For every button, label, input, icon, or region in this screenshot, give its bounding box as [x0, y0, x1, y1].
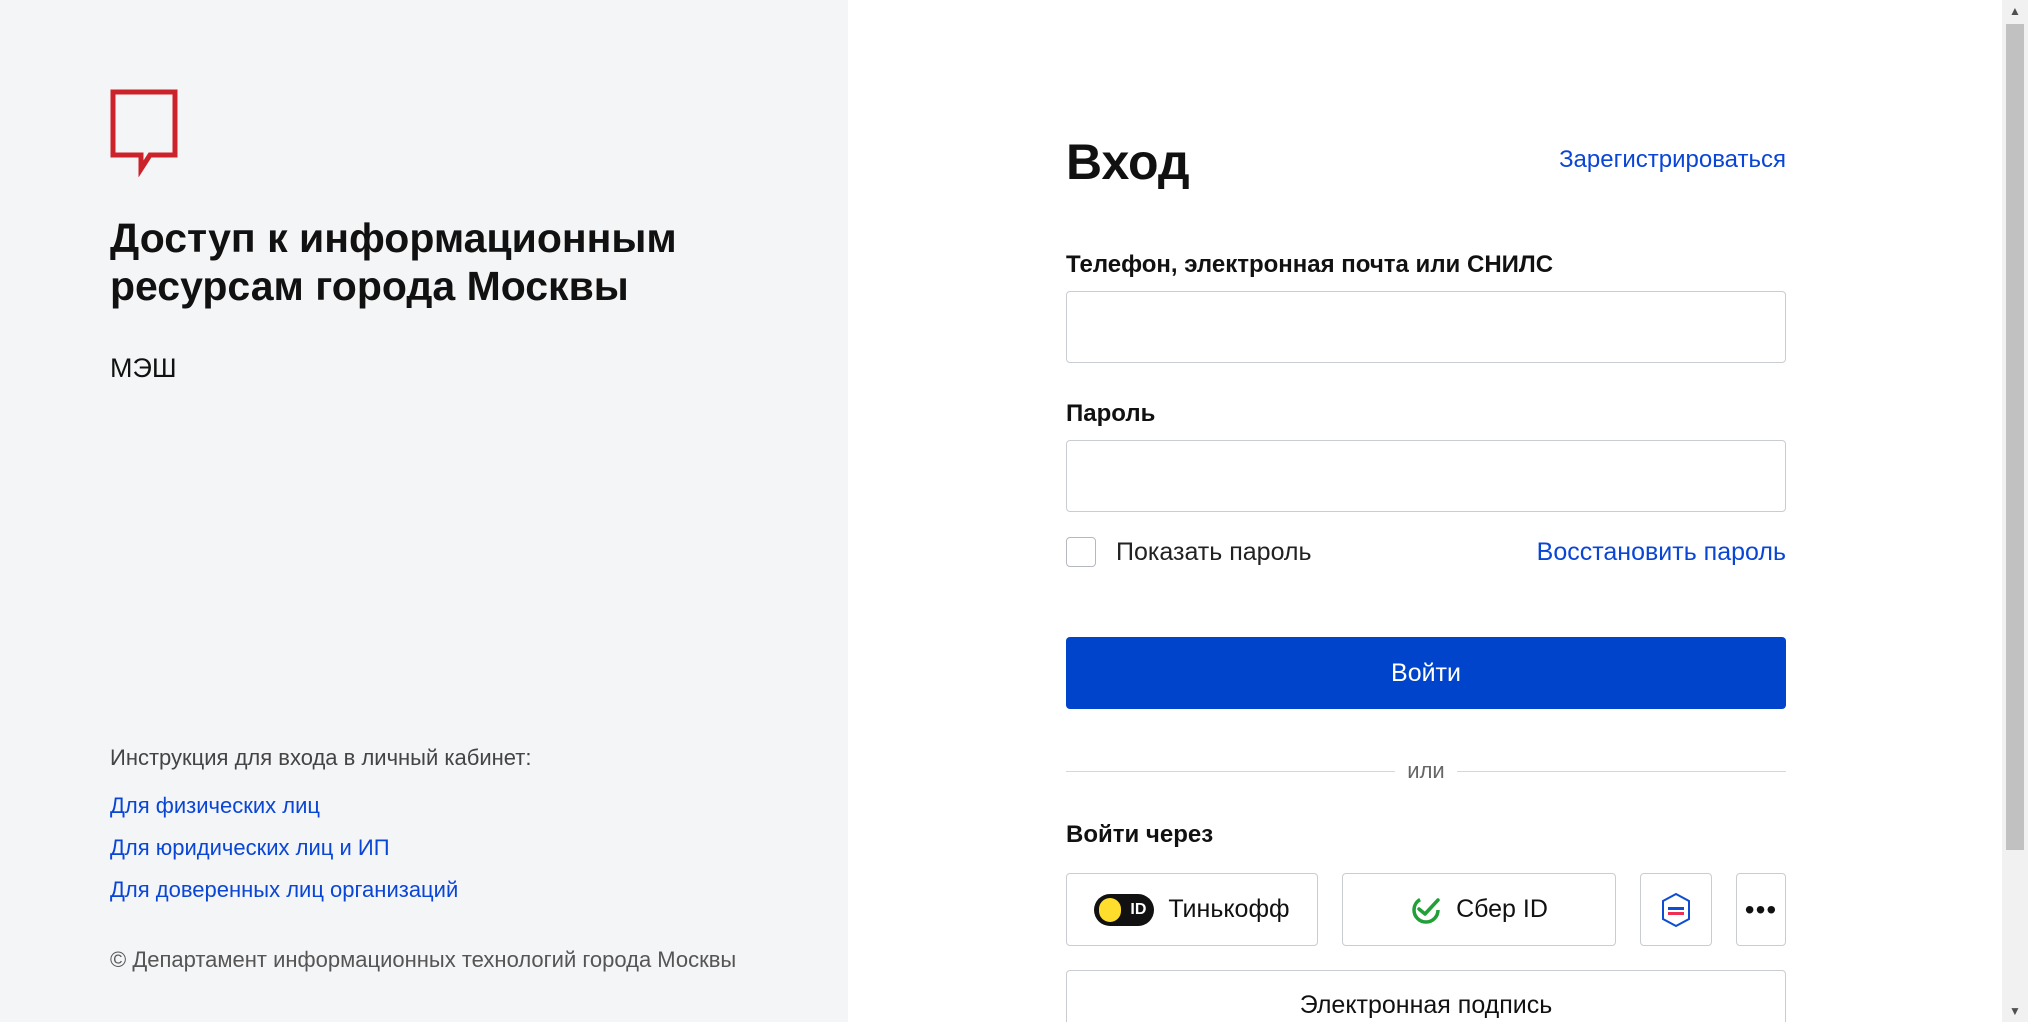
- electronic-signature-button[interactable]: Электронная подпись: [1066, 970, 1786, 1022]
- login-button[interactable]: Войти: [1066, 637, 1786, 709]
- moscow-logo-icon: [110, 89, 178, 177]
- form-title: Вход: [1066, 134, 1190, 190]
- scroll-up-arrow-icon[interactable]: ▲: [2002, 0, 2028, 22]
- gosuslugi-login-button[interactable]: [1640, 873, 1712, 946]
- scroll-down-arrow-icon[interactable]: ▼: [2002, 1000, 2028, 1022]
- tinkoff-badge-text: ID: [1130, 900, 1147, 918]
- instructions-title: Инструкция для входа в личный кабинет:: [110, 745, 532, 770]
- more-providers-button[interactable]: •••: [1736, 873, 1786, 946]
- show-password-label: Показать пароль: [1116, 538, 1312, 566]
- scrollbar[interactable]: ▲ ▼: [2002, 0, 2028, 1022]
- password-label: Пароль: [1066, 400, 1156, 427]
- info-panel: Доступ к информационным ресурсам города …: [0, 0, 848, 1022]
- password-input[interactable]: [1066, 440, 1786, 512]
- form-header: Вход Зарегистрироваться: [1066, 130, 1786, 194]
- tinkoff-login-button[interactable]: ID Тинькофф: [1066, 873, 1318, 946]
- sber-label: Сбер ID: [1456, 895, 1548, 923]
- divider-text: или: [1407, 758, 1445, 783]
- tinkoff-id-icon: ID: [1094, 893, 1155, 926]
- more-dots-icon: •••: [1744, 893, 1778, 925]
- scrollbar-thumb[interactable]: [2006, 24, 2024, 850]
- tinkoff-label: Тинькофф: [1168, 895, 1290, 923]
- link-trusted-persons[interactable]: Для доверенных лиц организаций: [110, 876, 531, 904]
- divider-line-left: [1066, 770, 1396, 772]
- divider-line-right: [1456, 770, 1787, 772]
- link-individuals[interactable]: Для физических лиц: [110, 792, 531, 820]
- sber-login-button[interactable]: Сбер ID: [1342, 873, 1616, 946]
- restore-password-link[interactable]: Восстановить пароль: [1537, 536, 1786, 568]
- login-via-title: Войти через: [1066, 821, 1214, 848]
- register-link[interactable]: Зарегистрироваться: [1559, 144, 1786, 176]
- show-password-toggle[interactable]: Показать пароль: [1066, 536, 1312, 568]
- instructions-block: Инструкция для входа в личный кабинет: Д…: [110, 744, 531, 918]
- gosuslugi-icon: [1662, 892, 1690, 927]
- login-input[interactable]: [1066, 291, 1786, 363]
- sber-id-icon: [1412, 895, 1440, 924]
- tinkoff-shield-icon: [1099, 897, 1122, 922]
- login-page: Доступ к информационным ресурсам города …: [0, 0, 2028, 1022]
- copyright: © Департамент информационных технологий …: [110, 947, 737, 972]
- login-label: Телефон, электронная почта или СНИЛС: [1066, 251, 1554, 278]
- show-password-checkbox[interactable]: [1066, 537, 1096, 567]
- service-name: МЭШ: [110, 353, 177, 383]
- login-panel: Вход Зарегистрироваться Телефон, электро…: [848, 0, 2028, 1022]
- page-heading: Доступ к информационным ресурсам города …: [110, 215, 677, 309]
- or-divider: или: [1066, 758, 1787, 784]
- link-legal-entities[interactable]: Для юридических лиц и ИП: [110, 834, 531, 862]
